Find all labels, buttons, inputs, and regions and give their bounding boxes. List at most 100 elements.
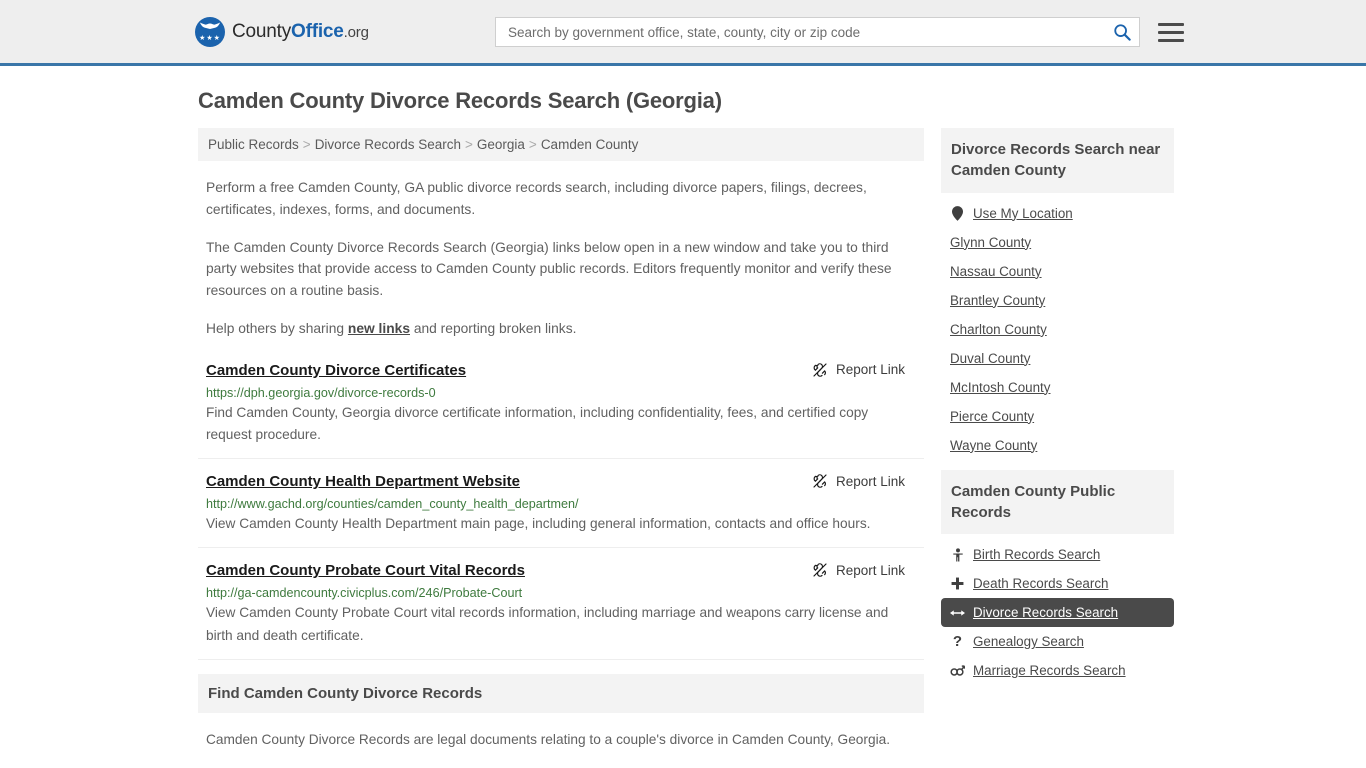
intro-paragraph-2: The Camden County Divorce Records Search… — [206, 239, 892, 299]
search-box[interactable] — [495, 17, 1140, 47]
sidebar-item-marriage-records-search[interactable]: Marriage Records Search — [941, 656, 1174, 685]
sidebar-item-mcintosh-county[interactable]: McIntosh County — [941, 373, 1174, 402]
question-mark-icon: ? — [952, 633, 963, 651]
sidebar-item-wayne-county[interactable]: Wayne County — [941, 431, 1174, 460]
sidebar-link-label[interactable]: Marriage Records Search — [973, 663, 1126, 678]
breadcrumb-separator: > — [302, 137, 311, 152]
main-column: Public Records > Divorce Records Search > Ge… — [198, 128, 924, 751]
intro-p3-post: and reporting broken links. — [410, 320, 577, 336]
sidebar-link-label[interactable]: Death Records Search — [973, 576, 1108, 591]
find-records-body: Camden County Divorce Records are legal … — [198, 729, 924, 751]
sidebar-link-label[interactable]: Wayne County — [950, 438, 1037, 453]
result-header: Camden County Health Department Website … — [206, 473, 916, 490]
page-title: Camden County Divorce Records Search (Ge… — [198, 88, 722, 113]
result-title-link[interactable]: Camden County Divorce Certificates — [206, 362, 466, 379]
sidebar-link-label[interactable]: Nassau County — [950, 264, 1042, 279]
sidebar-item-charlton-county[interactable]: Charlton County — [941, 315, 1174, 344]
sidebar-link-label[interactable]: Charlton County — [950, 322, 1047, 337]
sidebar-item-death-records-search[interactable]: Death Records Search — [941, 569, 1174, 598]
search-icon[interactable] — [1113, 23, 1131, 41]
public-records-panel: Camden County Public Records Birth Recor… — [941, 469, 1174, 686]
hamburger-menu-icon[interactable] — [1158, 22, 1184, 42]
hamburger-bar — [1158, 30, 1184, 34]
breadcrumb: Public Records > Divorce Records Search > Ge… — [198, 128, 924, 161]
result-header: Camden County Probate Court Vital Record… — [206, 562, 916, 579]
broken-link-icon — [813, 362, 827, 377]
broken-link-icon — [813, 474, 827, 488]
sidebar-item-duval-county[interactable]: Duval County — [941, 344, 1174, 373]
sidebar-link-label[interactable]: Divorce Records Search — [973, 605, 1118, 620]
sidebar-link-label[interactable]: McIntosh County — [950, 380, 1050, 395]
intro-paragraph-1: Perform a free Camden County, GA public … — [206, 180, 867, 217]
breadcrumb-item-georgia[interactable]: Georgia — [477, 137, 525, 152]
breadcrumb-item-divorce-records-search[interactable]: Divorce Records Search — [315, 137, 461, 152]
sidebar: Divorce Records Search near Camden Count… — [941, 128, 1174, 751]
sidebar-link-label[interactable]: Birth Records Search — [973, 547, 1100, 562]
page-container: Camden County Divorce Records Search (Ge… — [0, 88, 1366, 751]
stars-icon: ★★★ — [199, 34, 221, 42]
cross-icon — [950, 577, 965, 590]
site-header: ★★★ CountyOffice.org — [0, 0, 1366, 66]
find-records-heading: Find Camden County Divorce Records — [198, 673, 924, 713]
logo-text-county: County — [232, 20, 292, 42]
baby-icon-svg — [952, 548, 963, 562]
sidebar-item-birth-records-search[interactable]: Birth Records Search — [941, 540, 1174, 569]
search-input[interactable] — [506, 23, 1113, 41]
nearby-searches-heading: Divorce Records Search near Camden Count… — [941, 128, 1174, 193]
male-female-icon — [950, 665, 965, 677]
sidebar-link-label[interactable]: Use My Location — [973, 206, 1073, 221]
result-description: View Camden County Health Department mai… — [206, 516, 871, 532]
report-link-button[interactable]: Report Link — [812, 562, 905, 578]
result-item: Camden County Probate Court Vital Record… — [198, 562, 924, 660]
site-logo[interactable]: ★★★ CountyOffice.org — [195, 16, 369, 47]
breadcrumb-separator: > — [528, 137, 537, 152]
result-description: View Camden County Probate Court vital r… — [206, 605, 889, 643]
result-header: Camden County Divorce Certificates Repor… — [206, 362, 916, 379]
sidebar-link-label[interactable]: Brantley County — [950, 293, 1045, 308]
sidebar-item-brantley-county[interactable]: Brantley County — [941, 286, 1174, 315]
nearby-searches-panel: Divorce Records Search near Camden Count… — [941, 128, 1174, 460]
hamburger-bar — [1158, 38, 1184, 42]
result-url[interactable]: http://www.gachd.org/counties/camden_cou… — [206, 497, 916, 511]
sidebar-item-divorce-records-search[interactable]: Divorce Records Search — [941, 598, 1174, 628]
county-office-logo-icon: ★★★ — [195, 16, 225, 47]
sidebar-link-label[interactable]: Duval County — [950, 351, 1030, 366]
hamburger-bar — [1158, 22, 1184, 26]
eagle-icon — [200, 22, 220, 29]
find-records-paragraph: Camden County Divorce Records are legal … — [206, 731, 891, 747]
sidebar-item-nassau-county[interactable]: Nassau County — [941, 257, 1174, 286]
report-link-label: Report Link — [835, 562, 905, 578]
sidebar-item-glynn-county[interactable]: Glynn County — [941, 228, 1174, 257]
result-title-link[interactable]: Camden County Probate Court Vital Record… — [206, 562, 525, 579]
sidebar-item-use-my-location[interactable]: Use My Location — [941, 199, 1174, 228]
intro-section: Perform a free Camden County, GA public … — [198, 177, 924, 340]
breadcrumb-item-public-records[interactable]: Public Records — [208, 137, 299, 152]
content-columns: Public Records > Divorce Records Search > Ge… — [198, 128, 1366, 751]
sidebar-link-label[interactable]: Glynn County — [950, 235, 1031, 250]
nearby-searches-list: Use My Location Glynn County Nassau Coun… — [941, 193, 1174, 460]
sidebar-item-genealogy-search[interactable]: ? Genealogy Search — [941, 627, 1174, 656]
intro-p3-pre: Help others by sharing — [206, 320, 348, 336]
sidebar-item-pierce-county[interactable]: Pierce County — [941, 402, 1174, 431]
logo-text-tld: .org — [343, 23, 369, 41]
sidebar-link-label[interactable]: Genealogy Search — [973, 634, 1084, 649]
report-link-label: Report Link — [835, 362, 905, 378]
map-pin-icon-svg — [952, 205, 963, 221]
result-item: Camden County Divorce Certificates Repor… — [198, 362, 924, 460]
header-search-zone — [495, 17, 1184, 47]
result-title-link[interactable]: Camden County Health Department Website — [206, 473, 520, 490]
sidebar-link-label[interactable]: Pierce County — [950, 409, 1034, 424]
public-records-list: Birth Records Search Death Records Searc… — [941, 534, 1174, 685]
report-link-button[interactable]: Report Link — [812, 473, 905, 489]
new-links-link[interactable]: new links — [348, 321, 410, 336]
report-link-button[interactable]: Report Link — [812, 362, 905, 378]
result-url[interactable]: https://dph.georgia.gov/divorce-records-… — [206, 386, 916, 400]
result-description: Find Camden County, Georgia divorce cert… — [206, 404, 869, 442]
intro-paragraph-3: Help others by sharing new links and rep… — [206, 318, 916, 340]
broken-link-icon — [813, 563, 827, 578]
result-url[interactable]: http://ga-camdencounty.civicplus.com/246… — [206, 586, 916, 600]
result-item: Camden County Health Department Website … — [198, 473, 924, 549]
breadcrumb-separator: > — [465, 137, 473, 152]
breadcrumb-item-camden-county[interactable]: Camden County — [541, 137, 639, 152]
public-records-heading: Camden County Public Records — [941, 469, 1174, 535]
